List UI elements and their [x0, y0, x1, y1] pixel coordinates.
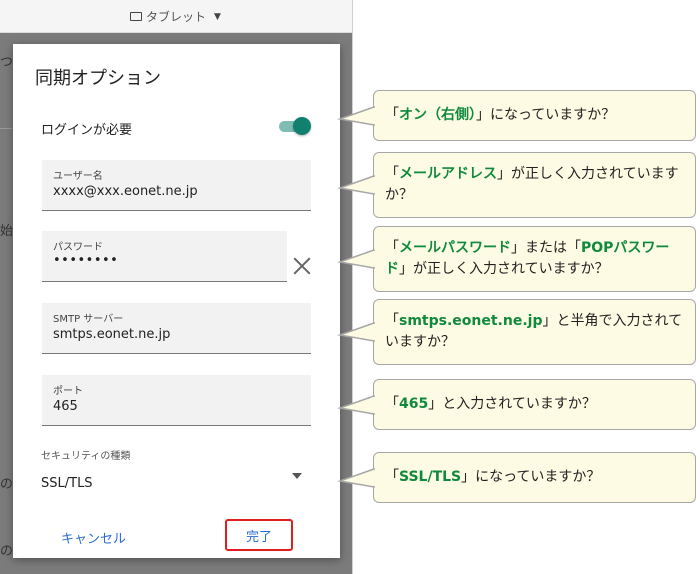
dropdown-arrow-icon[interactable]: [292, 473, 302, 479]
device-label: タブレット: [146, 10, 207, 24]
security-type-label: セキュリティの種類: [41, 451, 131, 462]
sync-options-dialog: 同期オプション ログインが必要 ユーザー名 xxxx@xxx.eonet.ne.…: [13, 44, 340, 558]
callout-pointer: [337, 467, 376, 488]
callout-pointer: [337, 248, 376, 269]
callout-text: 「オン（右側）」になっていますか？: [385, 107, 616, 123]
device-toolbar: タブレット ▼: [0, 0, 352, 33]
callout-pointer: [337, 105, 376, 126]
callout-text: 「メールアドレス」が正しく入力されていますか？: [385, 166, 679, 203]
port-field[interactable]: ポート 465: [42, 375, 311, 426]
toggle-knob: [293, 117, 311, 135]
background-text: つ: [0, 55, 14, 70]
login-required-label: ログインが必要: [41, 123, 133, 138]
callout-pointer: [337, 321, 376, 342]
port-value: 465: [53, 399, 78, 414]
password-label: パスワード: [53, 242, 103, 253]
done-button-label: 完了: [245, 529, 272, 545]
username-value: xxxx@xxx.eonet.ne.jp: [53, 184, 198, 199]
callout-port: 「465」と入力されていますか？: [337, 379, 696, 430]
callout-login-toggle: 「オン（右側）」になっていますか？: [337, 90, 696, 141]
background-divider: [0, 128, 12, 129]
callout-pointer: [337, 174, 376, 195]
caret-down-icon: ▼: [214, 11, 221, 22]
security-type-select[interactable]: SSL/TLS: [41, 476, 93, 491]
cancel-button[interactable]: キャンセル: [61, 528, 126, 547]
login-required-toggle[interactable]: [277, 117, 311, 135]
callout-password: 「メールパスワード」または「POPパスワード」が正しく入力されていますか？: [337, 226, 696, 292]
background-text: の: [0, 544, 14, 559]
callout-text: 「メールパスワード」または「POPパスワード」が正しく入力されていますか？: [385, 240, 670, 277]
smtp-server-field[interactable]: SMTP サーバー smtps.eonet.ne.jp: [42, 303, 311, 354]
dialog-title: 同期オプション: [35, 68, 161, 89]
background-text: の: [0, 477, 14, 492]
callout-smtp-server: 「smtps.eonet.ne.jp」と半角で入力されていますか？: [337, 299, 696, 365]
callout-pointer: [337, 394, 376, 415]
done-button[interactable]: 完了: [225, 519, 293, 551]
callout-username: 「メールアドレス」が正しく入力されていますか？: [337, 152, 696, 218]
callout-security-type: 「SSL/TLS」になっていますか？: [337, 452, 696, 503]
background-text: 始: [0, 224, 14, 239]
callout-text: 「465」と入力されていますか？: [385, 396, 596, 412]
username-field[interactable]: ユーザー名 xxxx@xxx.eonet.ne.jp: [42, 160, 311, 211]
tablet-icon: [130, 12, 142, 21]
callout-text: 「smtps.eonet.ne.jp」と半角で入力されていますか？: [385, 313, 683, 350]
password-field[interactable]: パスワード ••••••••: [42, 231, 287, 282]
username-label: ユーザー名: [53, 171, 103, 182]
callout-text: 「SSL/TLS」になっていますか？: [385, 469, 601, 485]
device-selector[interactable]: タブレット ▼: [130, 8, 221, 25]
smtp-server-value: smtps.eonet.ne.jp: [53, 327, 171, 342]
android-screen: タブレット ▼ つ 始 の の 同期オプション ログインが必要 ユーザー名 xx…: [0, 0, 353, 574]
smtp-server-label: SMTP サーバー: [53, 314, 124, 325]
port-label: ポート: [53, 386, 83, 397]
clear-password-icon[interactable]: [291, 255, 313, 277]
password-value: ••••••••: [53, 253, 119, 268]
